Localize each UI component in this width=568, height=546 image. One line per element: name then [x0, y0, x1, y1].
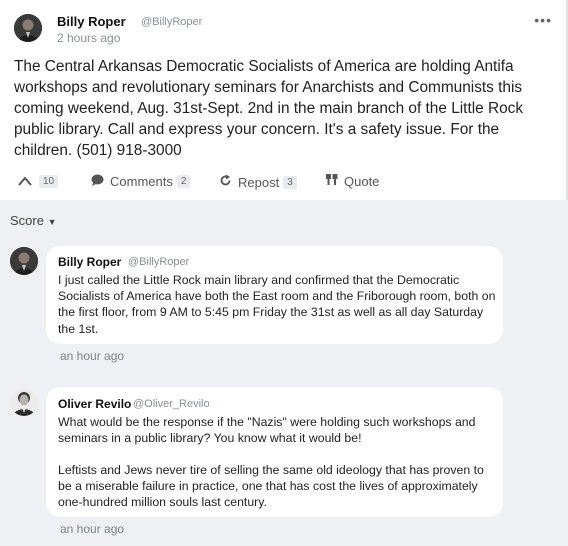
comment-body-paragraph-2: Leftists and Jews never tire of selling …	[58, 463, 484, 510]
avatar[interactable]	[10, 388, 38, 416]
comment-timestamp[interactable]: an hour ago	[60, 349, 124, 363]
comment-bubble-icon	[91, 174, 104, 189]
comment-author-handle[interactable]: @Oliver_Revilo	[133, 398, 210, 410]
comment-card: Billy Roper @BillyRoper I just called th…	[46, 246, 503, 344]
sort-label: Score	[10, 213, 44, 228]
post-author-handle[interactable]: @BillyRoper	[141, 16, 202, 28]
quote-button[interactable]: Quote	[326, 174, 379, 189]
quote-icon	[326, 174, 338, 189]
chevron-up-icon	[18, 174, 32, 189]
comment-body: I just called the Little Rock main libra…	[58, 273, 496, 336]
repost-count: 3	[283, 175, 297, 189]
repost-button[interactable]: Repost 3	[219, 174, 297, 190]
comment-card: Oliver Revilo @Oliver_Revilo What would …	[46, 387, 503, 517]
upvote-button[interactable]: 10	[18, 174, 59, 189]
quote-label: Quote	[344, 174, 380, 189]
comments-count: 2	[176, 175, 191, 188]
repost-icon	[219, 174, 232, 190]
comment-author-handle[interactable]: @BillyRoper	[128, 256, 189, 268]
sort-dropdown[interactable]: Score ▼	[10, 213, 57, 228]
post-author-name[interactable]: Billy Roper	[57, 14, 126, 29]
comments-button[interactable]: Comments 2	[91, 174, 191, 189]
post-timestamp[interactable]: 2 hours ago	[57, 31, 120, 45]
post-body: The Central Arkansas Democratic Socialis…	[14, 58, 524, 159]
avatar[interactable]	[14, 14, 42, 42]
upvote-count: 10	[39, 175, 59, 188]
comment-author-name[interactable]: Oliver Revilo	[58, 397, 131, 411]
caret-down-icon: ▼	[47, 217, 57, 227]
comment-author-name[interactable]: Billy Roper	[58, 255, 121, 269]
more-dots-icon[interactable]: •••	[534, 12, 552, 28]
comment-body-paragraph-1: What would be the response if the "Nazis…	[58, 415, 476, 446]
repost-label: Repost	[238, 174, 280, 190]
comments-label: Comments	[110, 174, 173, 189]
avatar[interactable]	[10, 247, 38, 275]
post-card: Billy Roper @BillyRoper 2 hours ago ••• …	[0, 0, 568, 200]
comment-timestamp[interactable]: an hour ago	[60, 522, 124, 536]
